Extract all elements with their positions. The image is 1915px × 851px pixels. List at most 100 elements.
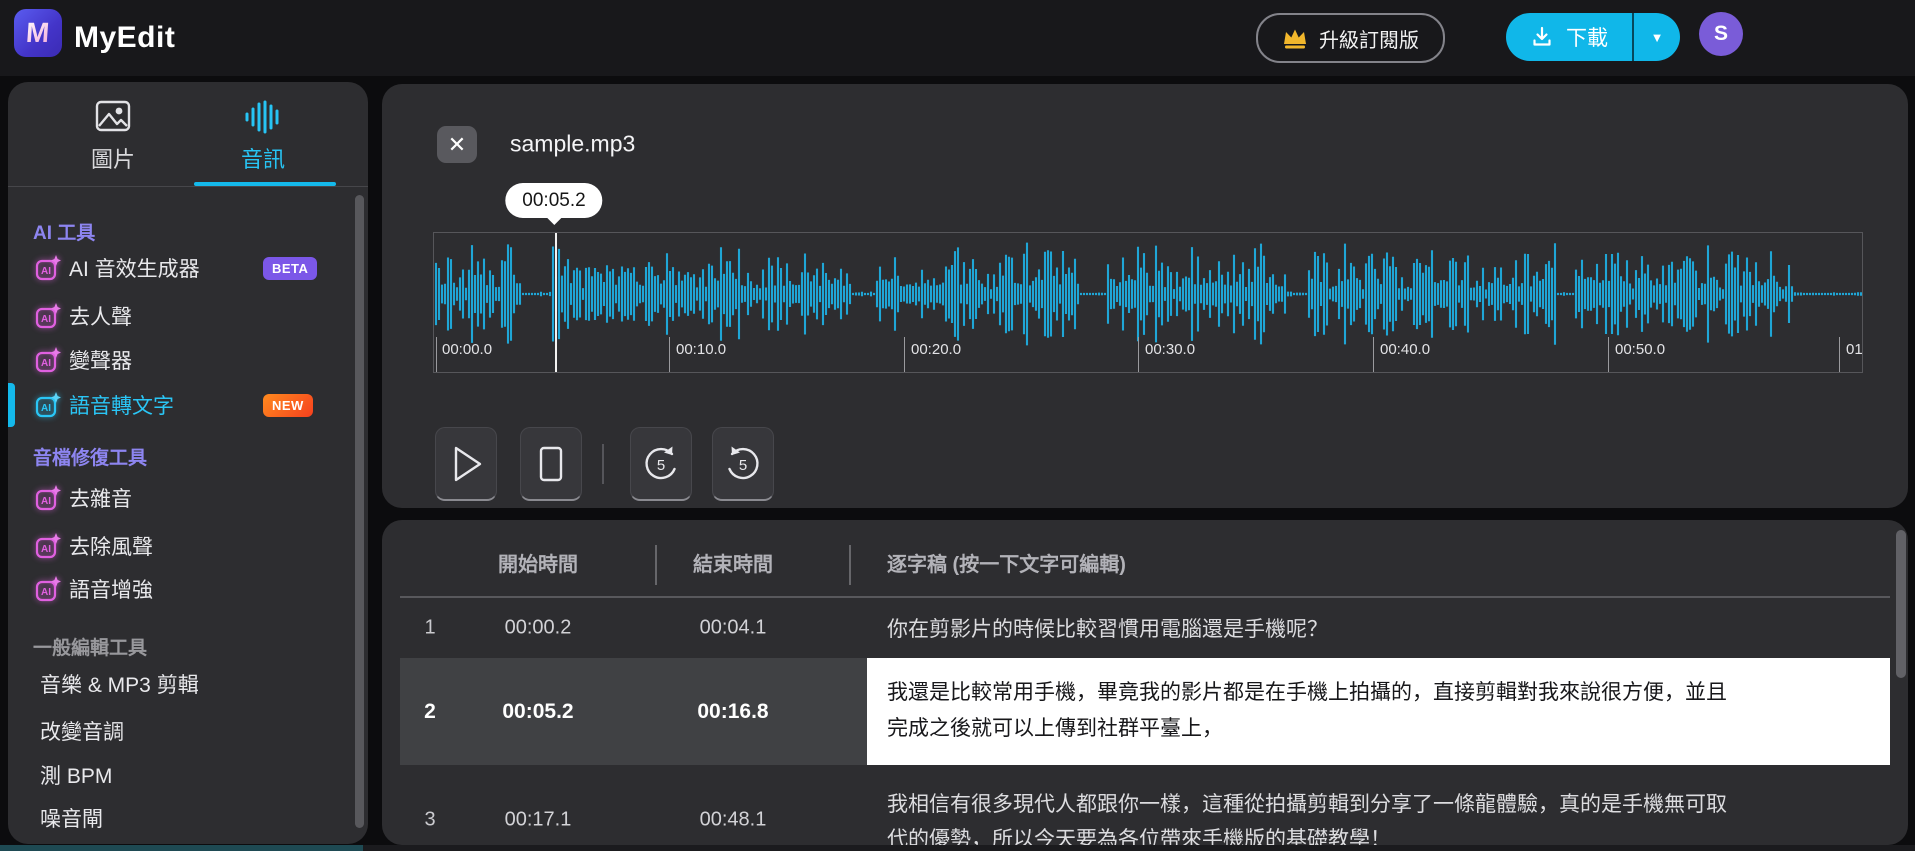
download-button-group: 下載 ▼ <box>1506 13 1680 61</box>
row-start-time[interactable]: 00:05.2 <box>502 700 573 724</box>
chevron-down-icon: ▼ <box>1650 29 1664 45</box>
row-transcript-text-editing[interactable]: 我還是比較常用手機，畢竟我的影片都是在手機上拍攝的，直接剪輯對我來說很方便，並且… <box>867 658 1890 765</box>
section-audio-repair-tools: 音檔修復工具 <box>33 448 148 469</box>
sidebar-item-pitch-changer[interactable]: 改變音調 <box>8 709 356 753</box>
svg-text:AI: AI <box>41 314 51 325</box>
ai-sparkle-icon: AI <box>33 531 63 561</box>
timeline-label: 00:30.0 <box>1145 341 1196 358</box>
timeline-tick <box>904 337 905 372</box>
replay-5-icon: 5 <box>645 446 676 479</box>
sidebar-item-noise-removal[interactable]: AI 去雜音 <box>8 476 356 520</box>
download-button[interactable]: 下載 <box>1506 13 1632 61</box>
column-header-start-time: 開始時間 <box>498 554 578 576</box>
stop-button[interactable] <box>520 427 582 501</box>
file-name: sample.mp3 <box>510 130 636 157</box>
timeline-label: 00:20.0 <box>911 341 962 358</box>
sidebar-item-label: 去雜音 <box>69 488 132 511</box>
tab-audio-label: 音訊 <box>240 147 285 172</box>
header-divider <box>849 545 851 585</box>
row-index: 1 <box>424 616 436 639</box>
svg-text:AI: AI <box>41 544 51 555</box>
transcript-panel: 開始時間 結束時間 逐字稿 (按一下文字可編輯) 1 00:00.2 00:04… <box>382 520 1908 845</box>
sidebar-item-label: 改變音調 <box>40 721 124 744</box>
row-transcript-text[interactable]: 你在剪影片的時候比較習慣用電腦還是手機呢？ <box>887 613 1328 643</box>
timeline-tick <box>669 337 670 372</box>
section-ai-tools: AI 工具 <box>33 223 96 244</box>
timeline-tick <box>436 337 437 372</box>
sidebar-item-music-mp3-cutter[interactable]: 音樂 & MP3 剪輯 <box>8 662 356 706</box>
sidebar-item-label: 音樂 & MP3 剪輯 <box>40 674 199 697</box>
row-transcript-text[interactable]: 代的優勢，所以今天要為各位帶來手機版的基礎教學！ <box>887 823 1391 845</box>
svg-text:AI: AI <box>41 496 51 507</box>
header-divider <box>655 545 657 585</box>
ai-sparkle-icon: AI <box>33 301 63 331</box>
play-button[interactable] <box>435 427 497 501</box>
timeline-label: 00:40.0 <box>1380 341 1431 358</box>
download-label: 下載 <box>1566 27 1608 50</box>
tab-image[interactable]: 圖片 <box>38 82 188 186</box>
tab-audio[interactable]: 音訊 <box>188 82 338 186</box>
selected-row-highlight <box>400 658 867 765</box>
row-start-time[interactable]: 00:00.2 <box>505 617 572 640</box>
sidebar-item-label: 變聲器 <box>69 350 132 373</box>
playhead[interactable] <box>555 233 557 372</box>
tabs-divider <box>8 186 368 187</box>
new-badge: NEW <box>263 394 313 417</box>
audio-wave-icon <box>243 100 283 134</box>
transcript-line: 完成之後就可以上傳到社群平臺上， <box>887 717 1223 740</box>
sidebar-item-label: 語音增強 <box>69 579 153 602</box>
transcript-line: 我還是比較常用手機，畢竟我的影片都是在手機上拍攝的，直接剪輯對我來說很方便，並且 <box>887 681 1727 704</box>
row-index: 2 <box>424 700 436 723</box>
sidebar-item-label: AI 音效生成器 <box>69 258 200 281</box>
row-end-time[interactable]: 00:16.8 <box>697 700 768 724</box>
waveform-container[interactable]: 00:00.0 00:10.0 00:20.0 00:30.0 00:40.0 … <box>433 232 1863 373</box>
sidebar-item-bpm-finder[interactable]: 測 BPM <box>8 753 356 797</box>
sidebar-item-noise-gate[interactable]: 噪音閘 <box>8 796 356 840</box>
timeline-label: 01 <box>1846 341 1863 358</box>
row-end-time[interactable]: 00:04.1 <box>700 617 767 640</box>
sidebar-item-label: 噪音閘 <box>40 808 103 831</box>
timeline-tick <box>1373 337 1374 372</box>
sidebar-item-label: 語音轉文字 <box>69 395 174 418</box>
sidebar-item-wind-removal[interactable]: AI 去除風聲 <box>8 524 356 568</box>
row-index: 3 <box>424 808 436 831</box>
row-transcript-text[interactable]: 我相信有很多現代人都跟你一樣，這種從拍攝剪輯到分享了一條龍體驗，真的是手機無可取 <box>887 788 1727 818</box>
tab-image-label: 圖片 <box>90 147 135 172</box>
ai-sparkle-icon: AI <box>33 483 63 513</box>
user-avatar[interactable]: S <box>1699 12 1743 56</box>
timeline-label: 00:50.0 <box>1615 341 1666 358</box>
rewind-5-button[interactable]: 5 <box>630 427 692 501</box>
close-file-button[interactable]: ✕ <box>437 126 477 163</box>
sidebar-item-label: 去除風聲 <box>69 536 153 559</box>
sidebar-scrollbar[interactable] <box>355 195 364 828</box>
sidebar-item-speech-enhance[interactable]: AI 語音增強 <box>8 567 356 611</box>
transcript-scrollbar[interactable] <box>1896 530 1906 678</box>
myedit-logo-icon[interactable]: M <box>14 9 62 57</box>
forward-5-icon: 5 <box>728 446 759 479</box>
sidebar-item-voice-changer[interactable]: AI 變聲器 <box>8 338 356 382</box>
timeline-tick <box>1138 337 1139 372</box>
logo-letter: M <box>25 17 51 48</box>
upgrade-label: 升級訂閱版 <box>1319 29 1419 52</box>
ai-sparkle-icon: AI <box>33 253 63 283</box>
top-bar: M MyEdit 升級訂閱版 下載 ▼ S <box>0 0 1915 76</box>
header-underline <box>400 596 1890 598</box>
avatar-initial: S <box>1713 22 1728 45</box>
sidebar: 圖片 音訊 AI 工具 AI AI 音效生成器 BETA AI 去人聲 AI 變… <box>8 82 368 844</box>
timeline-label: 00:10.0 <box>676 341 727 358</box>
forward-5-button[interactable]: 5 <box>712 427 774 501</box>
sidebar-item-label: 去人聲 <box>69 306 132 329</box>
bottom-edge-strip <box>0 845 1915 851</box>
section-general-edit-tools: 一般編輯工具 <box>33 638 148 659</box>
audio-editor-panel: ✕ sample.mp3 00:05.2 00:00.0 00:10.0 00:… <box>382 84 1908 508</box>
row-start-time[interactable]: 00:17.1 <box>505 809 572 832</box>
column-header-transcript: 逐字稿 (按一下文字可編輯) <box>887 554 1126 576</box>
upgrade-subscription-button[interactable]: 升級訂閱版 <box>1256 13 1445 63</box>
download-dropdown-button[interactable]: ▼ <box>1634 13 1680 61</box>
column-header-end-time: 結束時間 <box>693 554 773 576</box>
svg-text:AI: AI <box>41 403 51 414</box>
sidebar-item-vocal-remover[interactable]: AI 去人聲 <box>8 294 356 338</box>
row-end-time[interactable]: 00:48.1 <box>700 809 767 832</box>
ai-sparkle-icon: AI <box>33 390 63 420</box>
stop-icon <box>539 446 563 481</box>
